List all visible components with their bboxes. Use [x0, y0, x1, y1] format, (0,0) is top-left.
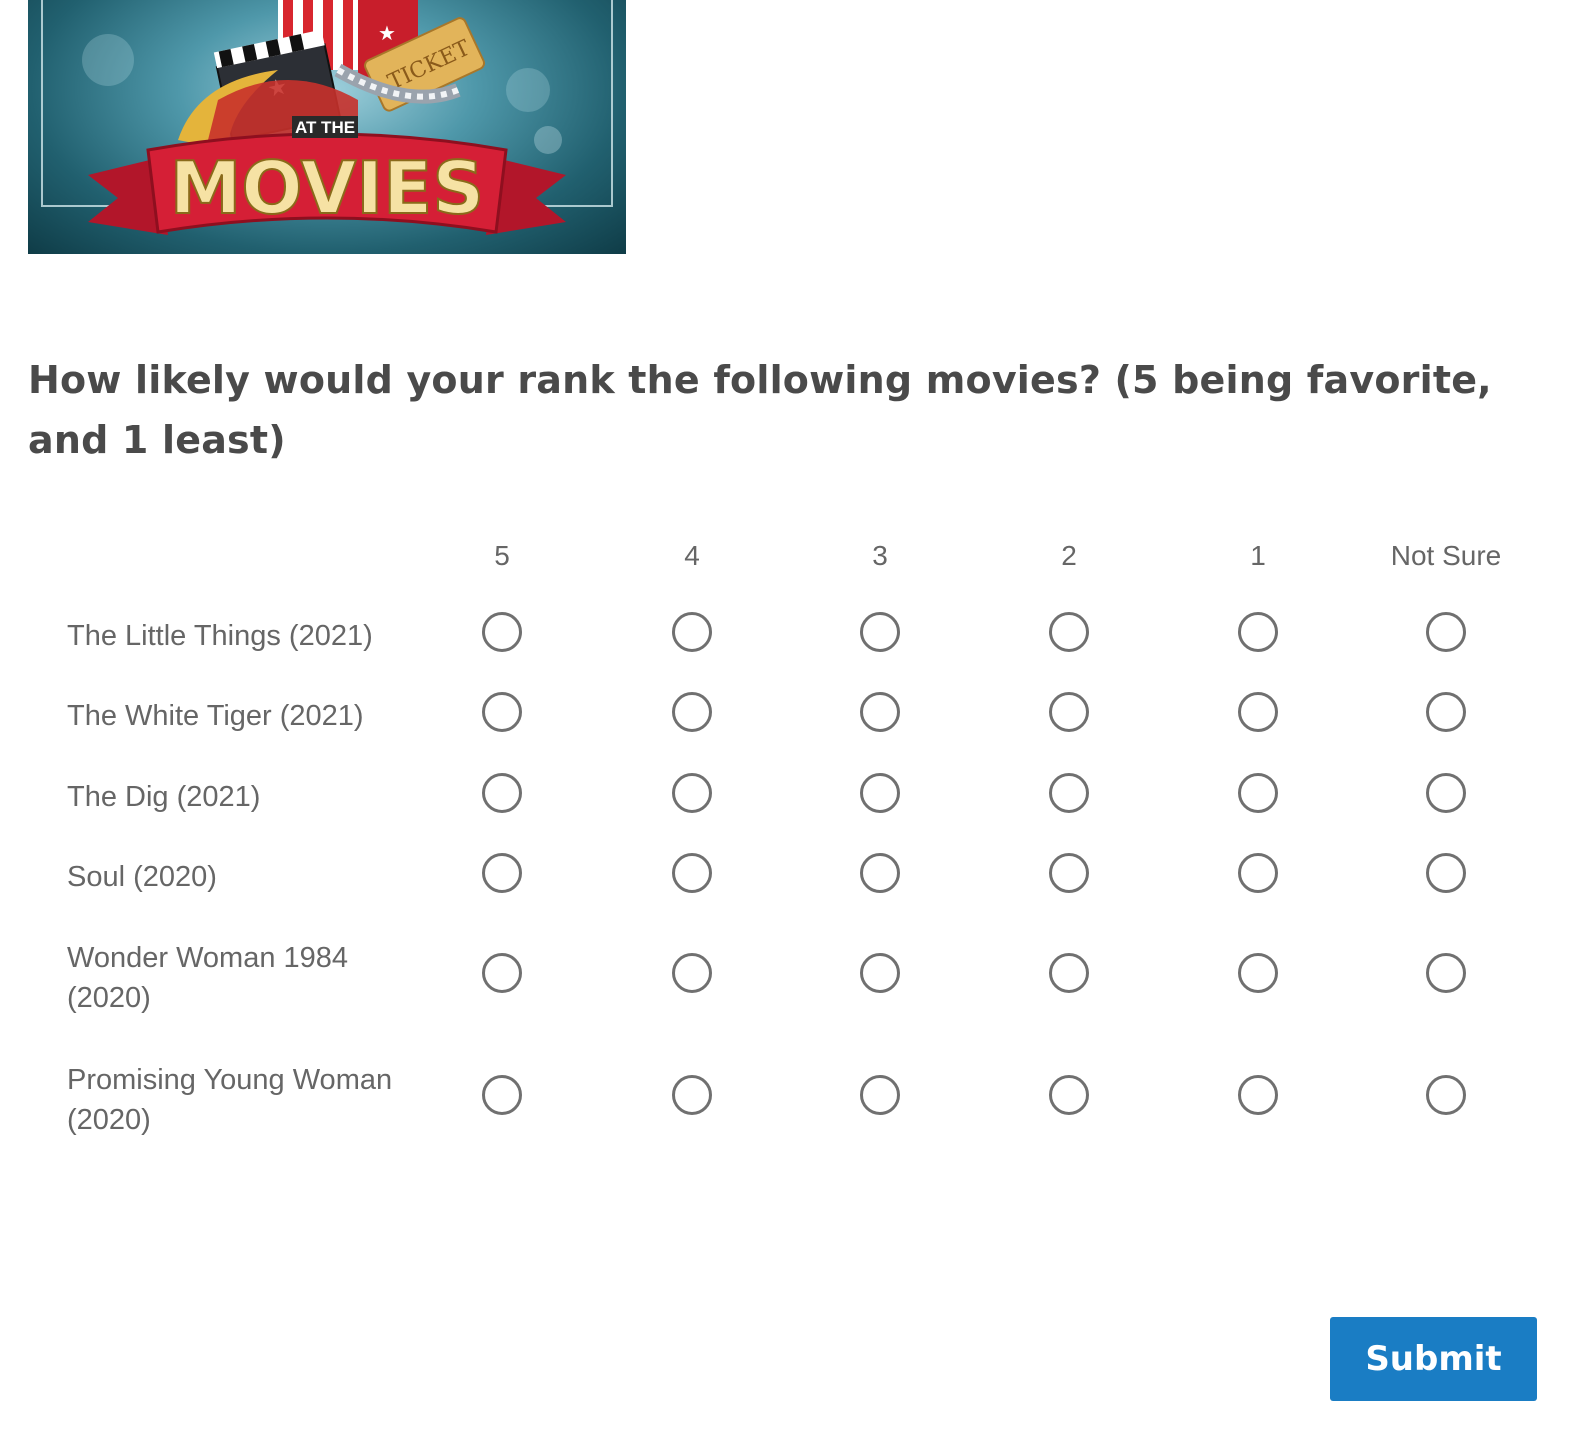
radio-the-little-things-2[interactable] [1049, 612, 1089, 652]
banner-small-text: AT THE [295, 118, 355, 137]
radio-the-little-things-1[interactable] [1238, 612, 1278, 652]
radio-the-white-tiger-1[interactable] [1238, 692, 1278, 732]
row-label-wonder-woman-1984: Wonder Woman 1984 (2020) [67, 942, 349, 1014]
column-header-4: 4 [684, 540, 700, 571]
column-header-1: 1 [1250, 540, 1266, 571]
radio-promising-young-woman-3[interactable] [860, 1075, 900, 1115]
column-header-5: 5 [494, 540, 510, 571]
radio-promising-young-woman-5[interactable] [482, 1075, 522, 1115]
radio-wonder-woman-1984-2[interactable] [1049, 953, 1089, 993]
submit-button[interactable]: Submit [1330, 1317, 1537, 1401]
radio-the-white-tiger-3[interactable] [860, 692, 900, 732]
radio-soul-4[interactable] [672, 853, 712, 893]
radio-the-white-tiger-2[interactable] [1049, 692, 1089, 732]
radio-the-white-tiger-not-sure[interactable] [1426, 692, 1466, 732]
radio-promising-young-woman-2[interactable] [1049, 1075, 1089, 1115]
radio-the-dig-5[interactable] [482, 773, 522, 813]
radio-the-little-things-3[interactable] [860, 612, 900, 652]
column-header-3: 3 [872, 540, 888, 571]
radio-soul-5[interactable] [482, 853, 522, 893]
radio-promising-young-woman-1[interactable] [1238, 1075, 1278, 1115]
radio-the-dig-2[interactable] [1049, 773, 1089, 813]
radio-promising-young-woman-not-sure[interactable] [1426, 1075, 1466, 1115]
radio-wonder-woman-1984-4[interactable] [672, 953, 712, 993]
column-header-not-sure: Not Sure [1390, 540, 1502, 571]
row-label-the-dig: The Dig (2021) [67, 781, 261, 813]
radio-soul-2[interactable] [1049, 853, 1089, 893]
radio-the-dig-not-sure[interactable] [1426, 773, 1466, 813]
radio-the-dig-3[interactable] [860, 773, 900, 813]
row-label-promising-young-woman: Promising Young Woman (2020) [67, 1064, 393, 1136]
movies-banner-image: ★ ★ TICKET AT THE MOVIES [28, 0, 626, 254]
banner-title-text: MOVIES [170, 146, 484, 230]
row-label-the-little-things: The Little Things (2021) [67, 620, 373, 652]
row-label-soul: Soul (2020) [67, 861, 217, 893]
radio-the-white-tiger-4[interactable] [672, 692, 712, 732]
radio-the-dig-4[interactable] [672, 773, 712, 813]
svg-text:★: ★ [378, 21, 396, 45]
radio-soul-1[interactable] [1238, 853, 1278, 893]
radio-wonder-woman-1984-1[interactable] [1238, 953, 1278, 993]
radio-soul-not-sure[interactable] [1426, 853, 1466, 893]
radio-wonder-woman-1984-3[interactable] [860, 953, 900, 993]
radio-the-little-things-not-sure[interactable] [1426, 612, 1466, 652]
row-label-the-white-tiger: The White Tiger (2021) [67, 700, 364, 732]
radio-the-white-tiger-5[interactable] [482, 692, 522, 732]
radio-soul-3[interactable] [860, 853, 900, 893]
question-title: How likely would your rank the following… [28, 358, 1492, 462]
radio-the-dig-1[interactable] [1238, 773, 1278, 813]
radio-wonder-woman-1984-5[interactable] [482, 953, 522, 993]
radio-the-little-things-4[interactable] [672, 612, 712, 652]
radio-wonder-woman-1984-not-sure[interactable] [1426, 953, 1466, 993]
radio-promising-young-woman-4[interactable] [672, 1075, 712, 1115]
column-header-2: 2 [1061, 540, 1077, 571]
radio-the-little-things-5[interactable] [482, 612, 522, 652]
